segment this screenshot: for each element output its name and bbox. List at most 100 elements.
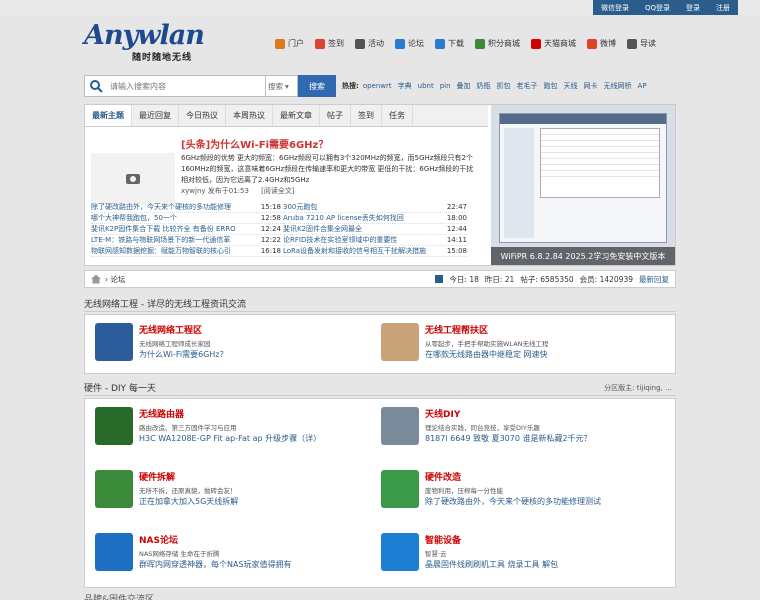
- tab-3[interactable]: 本周热议: [226, 105, 273, 126]
- news-title[interactable]: LTE-M：铁路与物联网场景下的新一代通信革: [91, 235, 241, 245]
- forum-item[interactable]: 智能设备 智慧·云 晶晨固件线刷刷机工具 烧录工具 解包: [371, 529, 661, 579]
- home-icon[interactable]: [91, 274, 101, 284]
- news-title[interactable]: 论RFID技术在实验室领域中的重要性: [283, 235, 433, 245]
- list-item[interactable]: 斐讯K2P固件集合下载 比较齐全 有备份 ERRO 12:24: [91, 224, 281, 235]
- forum-latest-thread[interactable]: 在哪款无线路由器中继稳定 网速快: [425, 349, 548, 360]
- list-item[interactable]: LTE-M：铁路与物联网场景下的新一代通信革 12:22: [91, 235, 281, 246]
- nav-item-3[interactable]: 论坛: [395, 38, 424, 49]
- headline[interactable]: [头条]为什么Wi-Fi需要6GHz？: [181, 136, 328, 151]
- wechat-login-link[interactable]: 微信登录: [593, 3, 637, 13]
- hot-search-item[interactable]: 网卡: [584, 81, 598, 91]
- forum-item[interactable]: 无线网络工程区 无线网络工程师成长家园 为什么Wi-Fi需要6GHz？: [85, 319, 375, 369]
- register-link[interactable]: 注册: [708, 3, 738, 13]
- list-item[interactable]: 物联网感知数据挖掘：赋能万物智联的核心引 16:18: [91, 246, 281, 257]
- nav-item-7[interactable]: 微博: [587, 38, 616, 49]
- site-logo[interactable]: Anywlan 随时随地无线: [84, 22, 209, 64]
- search-input[interactable]: [106, 75, 266, 97]
- list-item[interactable]: 哪个大神帮我跑包，50一个 12:58: [91, 213, 281, 224]
- featured-image[interactable]: WiFiPR 6.8.2.84 2025.2学习免安装中文版本: [491, 105, 675, 265]
- news-title[interactable]: 哪个大神帮我跑包，50一个: [91, 213, 241, 223]
- read-more-link[interactable]: [阅读全文]: [261, 187, 294, 195]
- tab-1[interactable]: 最近回复: [132, 105, 179, 126]
- news-title[interactable]: 300元跑包: [283, 202, 433, 212]
- forum-item[interactable]: 天线DIY 理论结合实践，同台竞技，享受DIY乐趣 8187l 6649 致敬 夏3…: [371, 403, 661, 453]
- forum-latest-thread[interactable]: 晶晨固件线刷刷机工具 烧录工具 解包: [425, 559, 558, 570]
- list-item[interactable]: 除了硬改路由外，今天来个硬核的多功能修理 15:18: [91, 202, 281, 213]
- forum-name[interactable]: NAS论坛: [139, 533, 178, 546]
- hot-search-item[interactable]: 字典: [398, 81, 412, 91]
- news-title[interactable]: 物联网感知数据挖掘：赋能万物智联的核心引: [91, 246, 241, 256]
- forum-icon[interactable]: [95, 323, 133, 361]
- forum-latest-thread[interactable]: 8187l 6649 致敬 夏3070 谁是新私藏2千元？: [425, 433, 592, 444]
- hot-search-item[interactable]: 无线网桥: [604, 81, 632, 91]
- latest-reply-link[interactable]: 最新回复: [639, 274, 669, 285]
- news-title[interactable]: Aruba 7210 AP license丢失如何找回: [283, 213, 433, 223]
- forum-latest-thread[interactable]: 正在加拿大加入5G天线拆解: [139, 496, 238, 507]
- forum-name[interactable]: 智能设备: [425, 533, 461, 546]
- tab-5[interactable]: 帖子: [320, 105, 351, 126]
- forum-icon[interactable]: [95, 533, 133, 571]
- hot-search-item[interactable]: ubnt: [418, 82, 434, 90]
- breadcrumb-current[interactable]: 论坛: [110, 274, 125, 285]
- qq-login-link[interactable]: QQ登录: [637, 3, 678, 13]
- nav-item-6[interactable]: 天猫商城: [531, 38, 576, 49]
- forum-icon[interactable]: [95, 407, 133, 445]
- forum-name[interactable]: 硬件拆解: [139, 470, 175, 483]
- forum-latest-thread[interactable]: 为什么Wi-Fi需要6GHz？: [139, 349, 228, 360]
- section-header-engineering[interactable]: 无线网络工程 - 详尽的无线工程资讯交流: [84, 296, 676, 312]
- forum-name[interactable]: 天线DIY: [425, 407, 460, 420]
- hot-search-item[interactable]: openwrt: [363, 82, 392, 90]
- forum-name[interactable]: 无线网络工程区: [139, 323, 202, 336]
- news-title[interactable]: LoRa设备发射和接收的信号相互干扰解决措施: [283, 246, 433, 256]
- section-header-brand[interactable]: 品牌&固件交流区: [84, 592, 154, 600]
- forum-latest-thread[interactable]: 除了硬改路由外，今天来个硬核的多功能修理测试: [425, 496, 601, 507]
- hot-search-item[interactable]: 跑包: [544, 81, 558, 91]
- forum-icon[interactable]: [95, 470, 133, 508]
- tab-7[interactable]: 任务: [382, 105, 413, 126]
- nav-item-1[interactable]: 签到: [315, 38, 344, 49]
- nav-item-2[interactable]: 活动: [355, 38, 384, 49]
- nav-item-5[interactable]: 积分商城: [475, 38, 520, 49]
- forum-item[interactable]: 硬件拆解 无所不拆，还原真貌，抛砖会友！ 正在加拿大加入5G天线拆解: [85, 466, 375, 516]
- hot-search-item[interactable]: 老毛子: [517, 81, 538, 91]
- forum-item[interactable]: 无线工程帮扶区 从零起步，手把手帮助实施WLAN无线工程 在哪款无线路由器中继稳定 …: [371, 319, 661, 369]
- hot-search-item[interactable]: pin: [440, 82, 451, 90]
- forum-item[interactable]: NAS论坛 NAS网络存储 生命在于折腾 群晖内网穿透神器，每个NAS玩家值得拥有: [85, 529, 375, 579]
- tab-4[interactable]: 最新文章: [273, 105, 320, 126]
- tab-0[interactable]: 最新主题: [85, 105, 132, 126]
- hot-search-item[interactable]: 抓包: [497, 81, 511, 91]
- forum-icon[interactable]: [381, 323, 419, 361]
- list-item[interactable]: 300元跑包 22:47: [283, 202, 467, 213]
- forum-name[interactable]: 无线工程帮扶区: [425, 323, 488, 336]
- list-item[interactable]: Aruba 7210 AP license丢失如何找回 18:00: [283, 213, 467, 224]
- news-title[interactable]: 除了硬改路由外，今天来个硬核的多功能修理: [91, 202, 241, 212]
- forum-name[interactable]: 硬件改造: [425, 470, 461, 483]
- nav-item-4[interactable]: 下载: [435, 38, 464, 49]
- search-button[interactable]: 搜索: [298, 75, 336, 97]
- hot-search-item[interactable]: 天线: [564, 81, 578, 91]
- nav-item-0[interactable]: 门户: [275, 38, 304, 49]
- tab-6[interactable]: 签到: [351, 105, 382, 126]
- section-header-hardware[interactable]: 硬件 - DIY 每一天 分区版主: tijiqing, …: [84, 380, 676, 396]
- forum-name[interactable]: 无线路由器: [139, 407, 184, 420]
- forum-icon[interactable]: [381, 533, 419, 571]
- hot-search-item[interactable]: AP: [638, 82, 647, 90]
- list-item[interactable]: LoRa设备发射和接收的信号相互干扰解决措施 15:08: [283, 246, 467, 257]
- news-title[interactable]: 斐讯K2P固件集合下载 比较齐全 有备份 ERRO: [91, 224, 241, 234]
- forum-latest-thread[interactable]: H3C WA1208E-GP Fit ap-Fat ap 升级步骤（详）: [139, 433, 321, 444]
- nav-item-8[interactable]: 导读: [627, 38, 656, 49]
- login-link[interactable]: 登录: [678, 3, 708, 13]
- list-item[interactable]: 论RFID技术在实验室领域中的重要性 14:11: [283, 235, 467, 246]
- forum-item[interactable]: 无线路由器 路由改造、第三方固件学习与应用 H3C WA1208E-GP Fit a…: [85, 403, 375, 453]
- list-item[interactable]: 斐讯K2固件合集全网最全 12:44: [283, 224, 467, 235]
- hot-search-item[interactable]: 奶瓶: [477, 81, 491, 91]
- headline-thumbnail[interactable]: [91, 153, 175, 205]
- news-title[interactable]: 斐讯K2固件合集全网最全: [283, 224, 433, 234]
- tab-2[interactable]: 今日热议: [179, 105, 226, 126]
- search-type-select[interactable]: 搜索 ▾: [266, 75, 298, 97]
- forum-icon[interactable]: [381, 407, 419, 445]
- forum-latest-thread[interactable]: 群晖内网穿透神器，每个NAS玩家值得拥有: [139, 559, 292, 570]
- forum-item[interactable]: 硬件改造 废物利用，压榨每一分性能 除了硬改路由外，今天来个硬核的多功能修理测试: [371, 466, 661, 516]
- forum-icon[interactable]: [381, 470, 419, 508]
- hot-search-item[interactable]: 叠加: [457, 81, 471, 91]
